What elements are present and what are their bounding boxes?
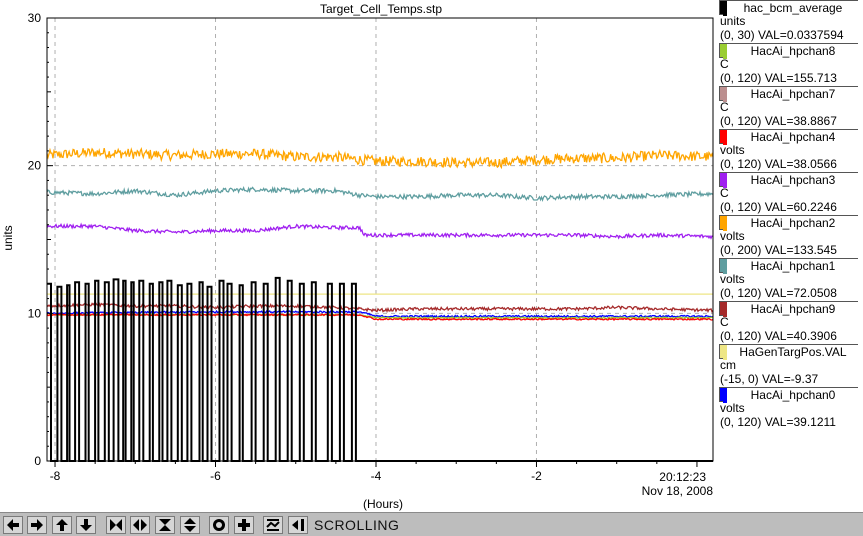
legend-value: (0, 200) VAL=133.545 [720,243,837,257]
legend-value: (0, 120) VAL=72.0508 [720,286,837,300]
series-line-HacAi_hpchan3 [46,222,714,240]
x-tick-label: -6 [210,469,221,483]
x-axis: -8 -6 -4 -2 [50,461,698,483]
legend-entry[interactable]: HaGenTargPos.VAL cm (-15, 0) VAL=-9.37 [717,344,863,387]
legend-unit: volts [720,272,745,286]
legend-entry[interactable]: HacAi_hpchan1 volts (0, 120) VAL=72.0508 [717,258,863,301]
series-line-HacAi_hpchan2 [46,146,714,170]
legend-entry[interactable]: HacAi_hpchan3 C (0, 120) VAL=60.2246 [717,172,863,215]
legend-unit: C [720,57,729,71]
legend-unit: volts [720,229,745,243]
legend-entry[interactable]: HacAi_hpchan2 volts (0, 200) VAL=133.545 [717,215,863,258]
legend-entry[interactable]: hac_bcm_average units (0, 30) VAL=0.033759… [717,0,863,43]
legend-unit: cm [720,358,736,372]
x-tick-label: -4 [371,469,382,483]
legend-series-name: HacAi_hpchan9 [723,302,859,317]
series-line-HacAi_hpchan1 [46,185,714,203]
toolbar: SCROLLING [0,512,863,536]
series-layer [46,146,714,462]
legend-panel: hac_bcm_average units (0, 30) VAL=0.033759… [717,0,863,512]
add-icon[interactable] [234,516,254,534]
arrow-down-icon[interactable] [76,516,96,534]
legend-value: (0, 120) VAL=60.2246 [720,200,837,214]
y-tick-label: 30 [28,11,42,25]
legend-entry[interactable]: HacAi_hpchan9 C (0, 120) VAL=40.3906 [717,301,863,344]
legend-value: (0, 120) VAL=40.3906 [720,329,837,343]
legend-value: (0, 120) VAL=39.1211 [720,415,836,429]
legend-value: (-15, 0) VAL=-9.37 [720,372,819,386]
zoom-in-y-icon[interactable] [155,516,175,534]
legend-series-name: HacAi_hpchan7 [723,87,859,102]
zoom-out-y-icon[interactable] [180,516,200,534]
legend-unit: C [720,100,729,114]
legend-value: (0, 120) VAL=38.8867 [720,114,837,128]
plot-area[interactable]: Target_Cell_Temps.stp 0 10 20 30 -8 -6 -4 -2 u… [0,0,717,512]
legend-unit: C [720,315,729,329]
y-tick-label: 10 [28,306,42,320]
legend-entry[interactable]: HacAi_hpchan4 volts (0, 120) VAL=38.0566 [717,129,863,172]
auto-scale-icon[interactable] [263,516,283,534]
legend-value: (0, 120) VAL=38.0566 [720,157,837,171]
record-icon[interactable] [209,516,229,534]
legend-entry[interactable]: HacAi_hpchan8 C (0, 120) VAL=155.713 [717,43,863,86]
legend-value: (0, 120) VAL=155.713 [720,71,837,85]
legend-unit: C [720,186,729,200]
timestamp-date: Nov 18, 2008 [642,484,714,498]
scrolling-status: SCROLLING [314,517,400,533]
grid-lines [47,17,713,462]
legend-entry[interactable]: HacAi_hpchan7 C (0, 120) VAL=38.8867 [717,86,863,129]
legend-series-name: HacAi_hpchan3 [723,173,859,188]
y-tick-label: 0 [34,454,41,468]
x-axis-label: (Hours) [363,497,403,511]
series-line-HacAi_hpchan9 [46,301,714,314]
y-axis: 0 10 20 30 [28,11,53,468]
legend-unit: volts [720,143,745,157]
y-axis-label: units [1,225,15,250]
legend-unit: units [720,14,746,28]
zoom-in-x-icon[interactable] [106,516,126,534]
series-line-hac_bcm_average [47,276,713,462]
arrow-up-icon[interactable] [52,516,72,534]
zoom-out-x-icon[interactable] [130,516,150,534]
scroll-mode-icon[interactable] [288,516,308,534]
legend-series-name: HaGenTargPos.VAL [723,345,859,360]
chart-title: Target_Cell_Temps.stp [320,2,442,16]
x-tick-label: -8 [50,469,61,483]
plot-frame [46,17,714,462]
x-tick-label: -2 [531,469,542,483]
legend-entry[interactable]: HacAi_hpchan0 volts (0, 120) VAL=39.1211 [717,387,863,430]
timestamp-time: 20:12:23 [659,470,706,484]
legend-series-name: HacAi_hpchan8 [723,44,859,59]
arrow-right-icon[interactable] [27,516,47,534]
legend-value: (0, 30) VAL=0.0337594 [720,28,844,42]
arrow-left-icon[interactable] [3,516,23,534]
legend-unit: volts [720,401,745,415]
y-tick-label: 20 [28,159,42,173]
